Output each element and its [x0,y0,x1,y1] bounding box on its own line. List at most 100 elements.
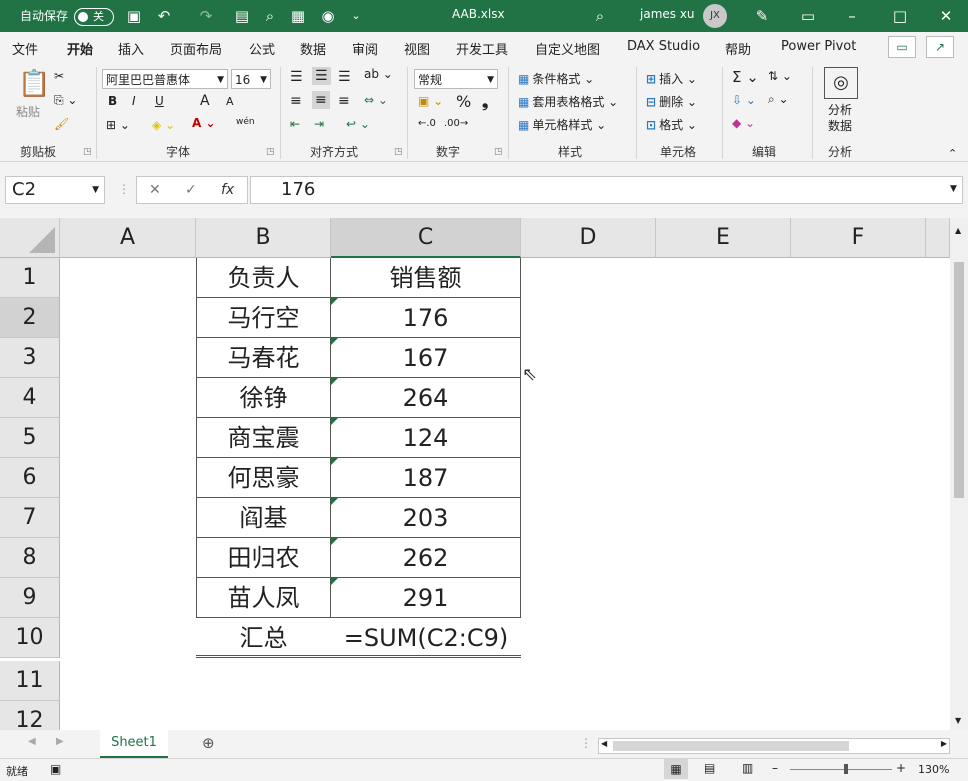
table-cell-name[interactable]: 徐铮 [196,378,331,418]
table-cell-sales[interactable]: 203 [331,498,521,538]
font-launcher-icon[interactable]: ◳ [266,147,275,157]
paste-button[interactable]: 粘贴 [16,103,40,120]
fill-color-icon[interactable]: ◈ ⌄ [152,118,175,132]
number-format-select[interactable]: 常规 ▼ [414,69,498,89]
tab-dax-studio[interactable]: DAX Studio [627,39,700,54]
accounting-format-icon[interactable]: ▣ ⌄ [418,94,443,108]
font-color-icon[interactable]: A ⌄ [192,116,216,130]
column-header-a[interactable]: A [60,218,196,258]
column-header-d[interactable]: D [521,218,656,258]
customize-toolbar-icon[interactable]: ⌄ [346,6,366,26]
total-formula-cell[interactable]: =SUM(C2:C9) [331,618,521,658]
tab-insert[interactable]: 插入 [118,39,144,58]
decrease-decimal-icon[interactable]: .00→ [444,118,468,129]
cut-icon[interactable]: ✂ [54,69,64,83]
tab-page-layout[interactable]: 页面布局 [170,39,222,58]
tab-file[interactable]: 文件 [12,39,38,58]
row-header-6[interactable]: 6 [0,458,60,498]
align-left-icon[interactable]: ≡ [290,93,302,109]
autosum-icon[interactable]: Σ ⌄ [732,68,759,86]
table-cell-name[interactable]: 阎基 [196,498,331,538]
alignment-launcher-icon[interactable]: ◳ [394,147,403,157]
font-size-select[interactable]: 16 ▼ [231,69,271,89]
comments-icon[interactable]: ▭ [888,36,916,58]
row-header-9[interactable]: 9 [0,578,60,618]
zoom-level[interactable]: 130% [918,763,949,776]
scroll-down-icon[interactable]: ▼ [955,716,961,725]
page-layout-view-icon[interactable]: ▤ [704,761,715,775]
row-header-7[interactable]: 7 [0,498,60,538]
table-cell-sales[interactable]: 291 [331,578,521,618]
column-header-f[interactable]: F [791,218,926,258]
table-cell-name[interactable]: 田归农 [196,538,331,578]
table-cell-sales[interactable]: 167 [331,338,521,378]
page-break-view-icon[interactable]: ▥ [742,761,753,775]
clipboard-launcher-icon[interactable]: ◳ [83,147,92,157]
merge-center-icon[interactable]: ⇔ ⌄ [364,93,388,107]
paste-icon[interactable]: 📋 [18,69,50,99]
border-icon[interactable]: ⊞ ⌄ [106,118,130,132]
row-header-12[interactable]: 12 [0,701,60,730]
new-sheet-icon[interactable]: ⊕ [202,734,215,752]
align-bottom-icon[interactable]: ☰ [338,69,351,85]
number-launcher-icon[interactable]: ◳ [494,147,503,157]
table-cell-name[interactable]: 商宝震 [196,418,331,458]
next-sheet-icon[interactable]: ▶ [56,736,64,747]
row-header-3[interactable]: 3 [0,338,60,378]
normal-view-icon[interactable]: ▦ [664,759,688,779]
zoom-slider-thumb[interactable] [844,764,848,774]
percent-button[interactable]: % [456,92,471,111]
camera-icon[interactable]: ◉ [318,6,338,26]
column-header-e[interactable]: E [656,218,791,258]
sort-filter-icon[interactable]: ⇅ ⌄ [768,69,792,83]
tab-formulas[interactable]: 公式 [249,39,275,58]
italic-button[interactable]: I [132,94,136,108]
analyze-data-button-line2[interactable]: 数据 [828,117,852,134]
horizontal-scroll-thumb[interactable] [613,741,849,751]
table-cell-sales[interactable]: 124 [331,418,521,458]
zoom-out-icon[interactable]: – [772,761,778,775]
vertical-scroll-thumb[interactable] [954,262,964,498]
autosave-toggle[interactable]: 关 [74,8,114,26]
analyze-data-button-line1[interactable]: 分析 [828,101,852,118]
format-cells-button[interactable]: ⊡ 格式 ⌄ [646,116,697,133]
tab-help[interactable]: 帮助 [725,39,751,58]
grow-font-button[interactable]: A [200,93,210,109]
comma-style-icon[interactable]: ❟ [482,92,488,112]
shrink-font-button[interactable]: A [226,95,234,108]
macro-record-icon[interactable]: ▣ [50,762,61,776]
increase-decimal-icon[interactable]: ←.0 [418,118,436,129]
ribbon-display-icon[interactable]: ▭ [798,6,818,26]
column-header-b[interactable]: B [196,218,331,258]
insert-cells-button[interactable]: ⊞ 插入 ⌄ [646,70,697,87]
tab-home[interactable]: 开始 [67,39,94,64]
table-cell-sales[interactable]: 176 [331,298,521,338]
sheet-tab-sheet1[interactable]: Sheet1 [100,730,168,758]
file-name[interactable]: AAB.xlsx [452,7,505,21]
row-header-5[interactable]: 5 [0,418,60,458]
vertical-scrollbar[interactable]: ▲ ▼ [950,218,968,730]
collapse-ribbon-icon[interactable]: ⌃ [948,147,957,160]
row-header-2[interactable]: 2 [0,298,60,338]
minimize-icon[interactable]: – [842,6,862,26]
table-cell-sales[interactable]: 187 [331,458,521,498]
decrease-indent-icon[interactable]: ⇤ [290,117,300,131]
wrap-text-icon[interactable]: ↩ ⌄ [346,117,370,131]
table-cell-sales[interactable]: 262 [331,538,521,578]
find-select-icon[interactable]: ⌕ ⌄ [768,92,789,107]
insert-function-button[interactable]: fx [221,177,234,203]
row-header-4[interactable]: 4 [0,378,60,418]
expand-formula-bar-icon[interactable]: ▼ [950,184,957,194]
prev-sheet-icon[interactable]: ◀ [28,736,36,747]
scroll-left-icon[interactable]: ◀ [601,739,607,748]
pen-icon[interactable]: ✎ [752,6,772,26]
table-cell-name[interactable]: 苗人凤 [196,578,331,618]
worksheet-grid[interactable]: A B C D E F 1 2 3 4 5 6 7 8 9 10 11 12 负… [0,218,950,730]
fill-icon[interactable]: ⇩ ⌄ [732,93,756,107]
align-top-icon[interactable]: ☰ [290,69,303,85]
cell-styles-button[interactable]: ▦ 单元格样式 ⌄ [518,116,606,133]
print-preview-icon[interactable]: ⌕ [260,6,280,26]
user-name[interactable]: james xu [640,7,695,21]
undo-icon[interactable]: ↶ [154,6,174,26]
conditional-formatting-button[interactable]: ▦ 条件格式 ⌄ [518,70,594,87]
